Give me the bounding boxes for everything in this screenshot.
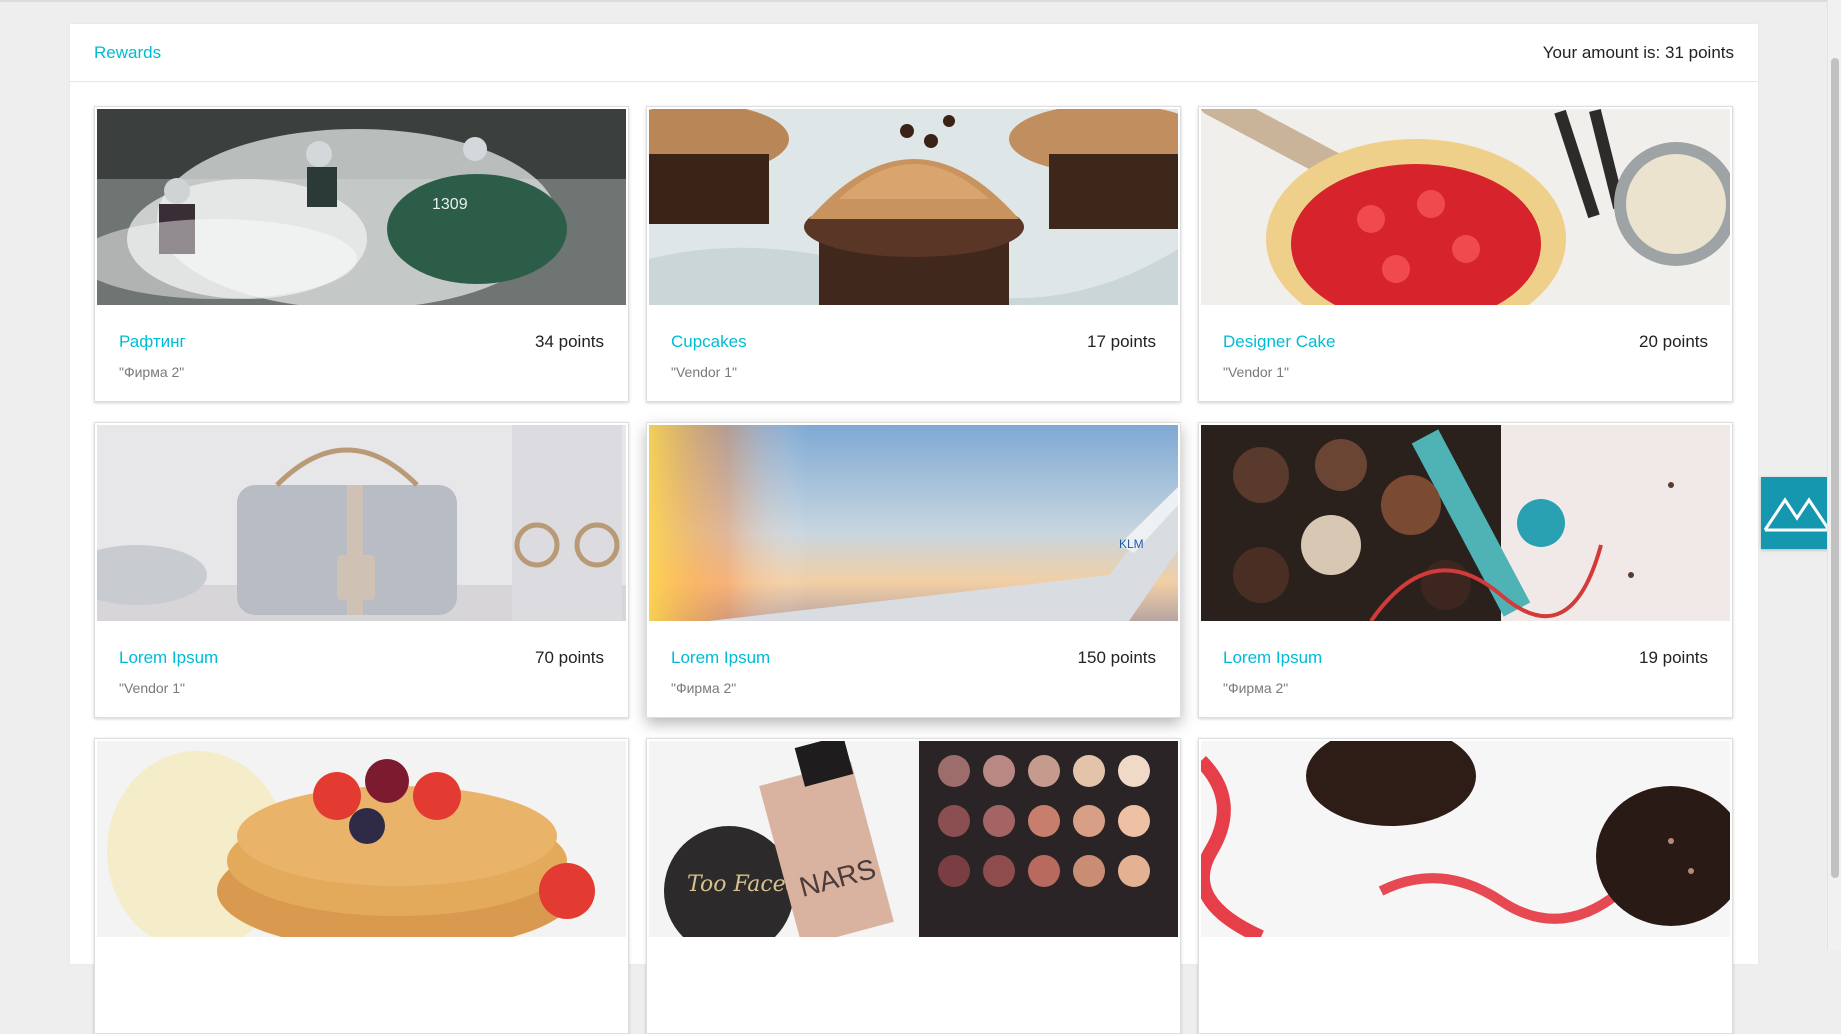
svg-text:Too Faced: Too Faced bbox=[687, 872, 800, 897]
reward-card[interactable] bbox=[94, 738, 629, 1034]
reward-points: 34 points bbox=[535, 332, 604, 351]
reward-image-chocolate-hearts[interactable] bbox=[1201, 741, 1730, 937]
reward-image-airplane[interactable]: KLM bbox=[649, 425, 1178, 621]
reward-title[interactable]: Cupcakes bbox=[671, 332, 747, 352]
reward-points: 150 points bbox=[1077, 648, 1156, 667]
reward-title[interactable]: Lorem Ipsum bbox=[671, 648, 770, 668]
reward-image-pancakes[interactable] bbox=[97, 741, 626, 937]
rewards-panel: Rewards Your amount is: 31 points 1309 Р… bbox=[70, 24, 1758, 1034]
svg-text:KLM: KLM bbox=[1119, 537, 1144, 551]
reward-image-chocolates[interactable] bbox=[1201, 425, 1730, 621]
reward-vendor: "Фирма 2" bbox=[671, 680, 737, 696]
reward-points: 19 points bbox=[1639, 648, 1708, 667]
reward-image-cupcakes[interactable] bbox=[649, 109, 1178, 305]
points-balance: Your amount is: 31 points bbox=[1542, 42, 1734, 62]
reward-vendor: "Фирма 2" bbox=[119, 364, 185, 380]
reward-title[interactable]: Lorem Ipsum bbox=[119, 648, 218, 668]
reward-points: 70 points bbox=[535, 648, 604, 667]
scrollbar-thumb[interactable] bbox=[1831, 58, 1839, 878]
browser-top-border bbox=[0, 0, 1841, 2]
reward-image-rafting[interactable]: 1309 bbox=[97, 109, 626, 305]
reward-vendor: "Vendor 1" bbox=[671, 364, 737, 380]
reward-card[interactable]: Lorem Ipsum 19 points "Фирма 2" bbox=[1198, 422, 1733, 718]
reward-title[interactable]: Рафтинг bbox=[119, 332, 186, 352]
vertical-scrollbar[interactable] bbox=[1827, 0, 1841, 950]
rewards-link[interactable]: Rewards bbox=[94, 43, 161, 63]
mountain-logo-icon bbox=[1763, 484, 1831, 543]
reward-title[interactable]: Lorem Ipsum bbox=[1223, 648, 1322, 668]
reward-card[interactable]: Designer Cake 20 points "Vendor 1" bbox=[1198, 106, 1733, 402]
reward-image-handbag[interactable] bbox=[97, 425, 626, 621]
reward-card[interactable]: Too Faced NARS bbox=[646, 738, 1181, 1034]
reward-title[interactable]: Designer Cake bbox=[1223, 332, 1335, 352]
reward-points: 20 points bbox=[1639, 332, 1708, 351]
reward-points: 17 points bbox=[1087, 332, 1156, 351]
reward-image-galette[interactable] bbox=[1201, 109, 1730, 305]
svg-text:1309: 1309 bbox=[432, 196, 468, 213]
reward-vendor: "Vendor 1" bbox=[119, 680, 185, 696]
reward-card[interactable] bbox=[1198, 738, 1733, 1034]
rewards-grid: 1309 Рафтинг 34 points "Фирма 2" Cupcake… bbox=[94, 106, 1733, 1034]
reward-image-makeup[interactable]: Too Faced NARS bbox=[649, 741, 1178, 937]
reward-vendor: "Фирма 2" bbox=[1223, 680, 1289, 696]
reward-card[interactable]: 1309 Рафтинг 34 points "Фирма 2" bbox=[94, 106, 629, 402]
rewards-header: Rewards Your amount is: 31 points bbox=[70, 24, 1758, 82]
feedback-tab[interactable] bbox=[1761, 477, 1833, 549]
reward-card[interactable]: KLM Lorem Ipsum 150 points "Фирма 2" bbox=[646, 422, 1181, 718]
reward-vendor: "Vendor 1" bbox=[1223, 364, 1289, 380]
reward-card[interactable]: Lorem Ipsum 70 points "Vendor 1" bbox=[94, 422, 629, 718]
reward-card[interactable]: Cupcakes 17 points "Vendor 1" bbox=[646, 106, 1181, 402]
